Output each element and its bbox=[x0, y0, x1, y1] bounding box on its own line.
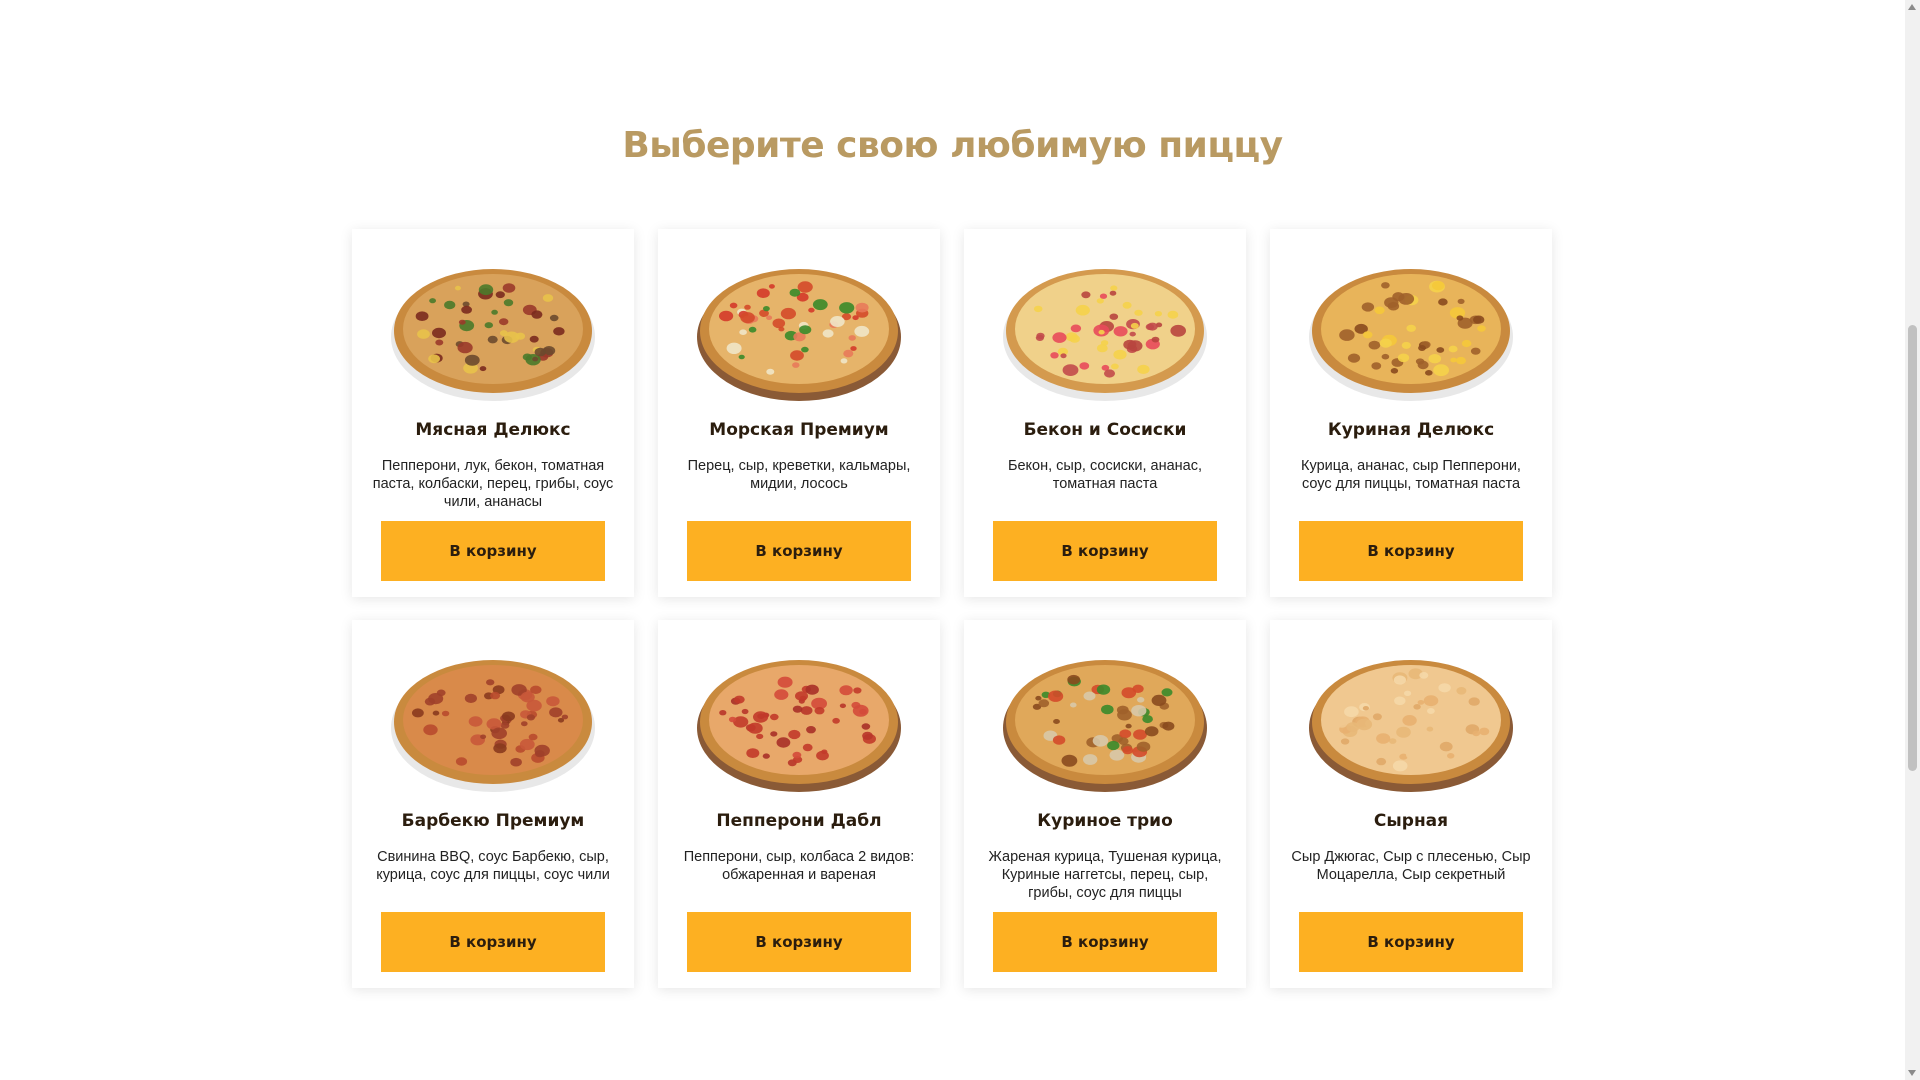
pizza-card: Куриное трио Жареная курица, Тушеная кур… bbox=[964, 620, 1246, 988]
pizza-card: Пепперони Дабл Пепперони, сыр, колбаса 2… bbox=[658, 620, 940, 988]
add-to-cart-button[interactable]: В корзину bbox=[687, 912, 911, 972]
pizza-description: Курица, ананас, сыр Пепперони, соус для … bbox=[1301, 458, 1521, 492]
pizza-cheese-image bbox=[1308, 648, 1514, 794]
vertical-scrollbar[interactable] bbox=[1905, 0, 1920, 1080]
pizza-card: Бекон и Сосиски Бекон, сыр, сосиски, ана… bbox=[964, 229, 1246, 597]
add-to-cart-button[interactable]: В корзину bbox=[381, 912, 605, 972]
pizza-name: Мясная Делюкс bbox=[415, 420, 571, 440]
pizza-description: Пепперони, лук, бекон, томатная паста, к… bbox=[372, 458, 614, 510]
scrollbar-thumb[interactable] bbox=[1908, 325, 1917, 771]
pizza-card: Мясная Делюкс Пепперони, лук, бекон, том… bbox=[352, 229, 634, 597]
pizza-chicken-trio-image bbox=[1002, 648, 1208, 794]
add-to-cart-button[interactable]: В корзину bbox=[381, 521, 605, 581]
pizza-grid: Мясная Делюкс Пепперони, лук, бекон, том… bbox=[352, 229, 1554, 988]
pizza-menu-section: Выберите свою любимую пиццу Мясная Делюк… bbox=[0, 0, 1905, 1080]
pizza-name: Бекон и Сосиски bbox=[1023, 420, 1187, 440]
pizza-bbq-premium-image bbox=[390, 648, 596, 794]
pizza-card: Барбекю Премиум Свинина BBQ, соус Барбек… bbox=[352, 620, 634, 988]
add-to-cart-button[interactable]: В корзину bbox=[993, 521, 1217, 581]
scroll-down-icon[interactable] bbox=[1908, 1070, 1916, 1076]
pizza-description: Свинина BBQ, соус Барбекю, сыр, курица, … bbox=[376, 849, 610, 883]
pizza-card: Сырная Сыр Джюгас, Сыр с плесенью, Сыр М… bbox=[1270, 620, 1552, 988]
page-viewport: Выберите свою любимую пиццу Мясная Делюк… bbox=[0, 0, 1920, 1080]
scroll-up-icon[interactable] bbox=[1908, 4, 1916, 10]
pizza-meat-deluxe-image bbox=[390, 257, 596, 403]
pizza-seafood-premium-image bbox=[696, 257, 902, 403]
add-to-cart-button[interactable]: В корзину bbox=[1299, 521, 1523, 581]
pizza-name: Куриная Делюкс bbox=[1327, 420, 1495, 440]
pizza-card: Куриная Делюкс Курица, ананас, сыр Пеппе… bbox=[1270, 229, 1552, 597]
pizza-description: Перец, сыр, креветки, кальмары, мидии, л… bbox=[687, 458, 911, 492]
pizza-pepperoni-double-image bbox=[696, 648, 902, 794]
pizza-card: Морская Премиум Перец, сыр, креветки, ка… bbox=[658, 229, 940, 597]
pizza-description: Жареная курица, Тушеная курица, Куриные … bbox=[988, 849, 1222, 901]
add-to-cart-button[interactable]: В корзину bbox=[1299, 912, 1523, 972]
pizza-name: Барбекю Премиум bbox=[401, 811, 585, 831]
pizza-name: Сырная bbox=[1373, 811, 1449, 831]
pizza-chicken-deluxe-image bbox=[1308, 257, 1514, 403]
pizza-bacon-sausage-image bbox=[1002, 257, 1208, 403]
pizza-description: Сыр Джюгас, Сыр с плесенью, Сыр Моцарелл… bbox=[1291, 849, 1531, 883]
pizza-name: Куриное трио bbox=[1037, 811, 1173, 831]
pizza-description: Бекон, сыр, сосиски, ананас, томатная па… bbox=[1007, 458, 1203, 492]
pizza-name: Пепперони Дабл bbox=[716, 811, 882, 831]
pizza-name: Морская Премиум bbox=[709, 420, 889, 440]
pizza-description: Пепперони, сыр, колбаса 2 видов: обжарен… bbox=[683, 849, 915, 883]
add-to-cart-button[interactable]: В корзину bbox=[993, 912, 1217, 972]
add-to-cart-button[interactable]: В корзину bbox=[687, 521, 911, 581]
section-title: Выберите свою любимую пиццу bbox=[622, 125, 1283, 166]
